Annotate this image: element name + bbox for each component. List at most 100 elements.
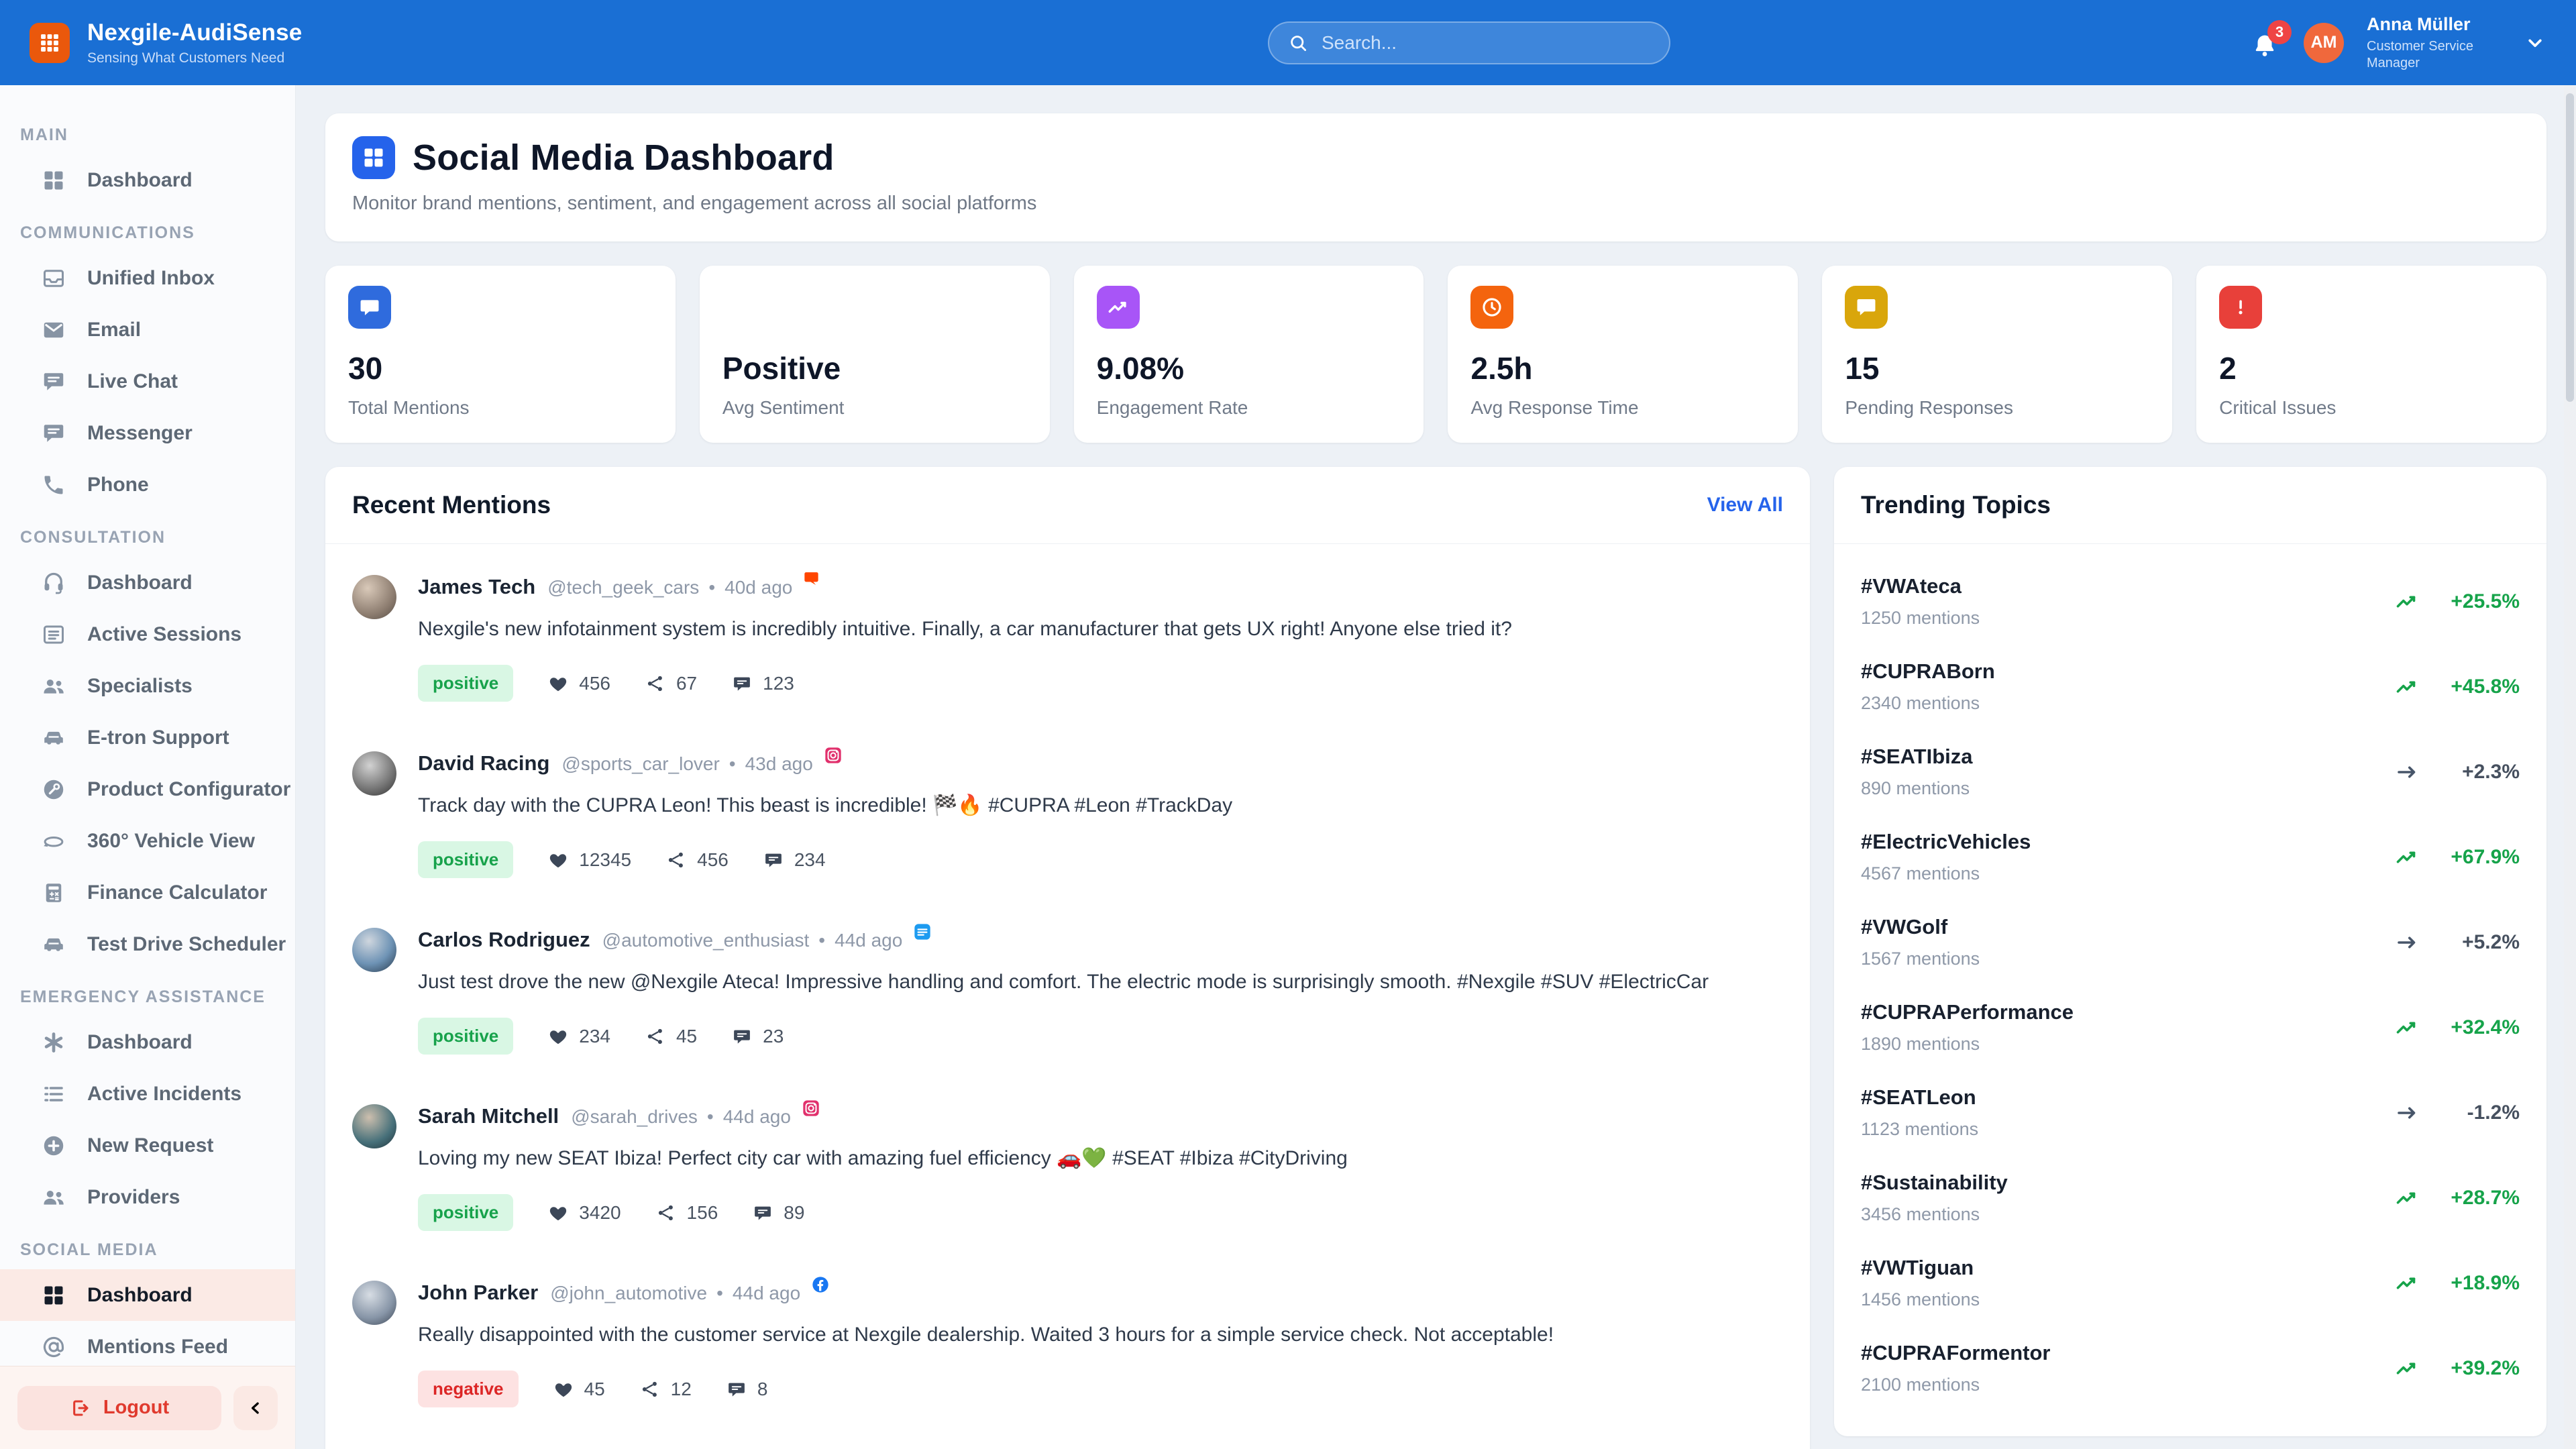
shares-count: 67 xyxy=(676,673,697,694)
sidebar-nav: MAIN Dashboard COMMUNICATIONS Unified In… xyxy=(0,125,295,1373)
topic-hashtag: #SEATIbiza xyxy=(1861,745,1973,769)
trending-topic-row[interactable]: #CUPRAFormentor 2100 mentions +39.2% xyxy=(1861,1326,2520,1411)
sidebar-item[interactable]: E-tron Support xyxy=(0,712,295,763)
mention-author-handle: @automotive_enthusiast xyxy=(602,930,810,951)
sidebar-item-label: Product Configurator xyxy=(87,778,290,801)
sidebar-item[interactable]: Dashboard xyxy=(0,154,295,206)
nav-section-emergency: EMERGENCY ASSISTANCE Dashboard Active In… xyxy=(0,987,295,1223)
stat-label: Avg Response Time xyxy=(1470,397,1775,419)
comments-group[interactable]: 8 xyxy=(727,1379,768,1400)
mentions-list: James Tech @tech_geek_cars • 40d ago Nex… xyxy=(325,544,1810,1449)
topic-hashtag: #Sustainability xyxy=(1861,1171,2008,1195)
comments-count: 123 xyxy=(763,673,794,694)
trending-topic-row[interactable]: #CUPRAPerformance 1890 mentions +32.4% xyxy=(1861,985,2520,1070)
mention-item[interactable]: James Tech @tech_geek_cars • 40d ago Nex… xyxy=(352,575,1783,702)
shares-group[interactable]: 456 xyxy=(666,849,729,871)
sidebar-item-icon xyxy=(42,1030,66,1055)
sidebar-item[interactable]: Specialists xyxy=(0,660,295,712)
topic-mentions-count: 1250 mentions xyxy=(1861,608,1980,629)
shares-group[interactable]: 67 xyxy=(645,673,697,694)
sidebar-item-label: New Request xyxy=(87,1134,213,1157)
page-scrollbar[interactable] xyxy=(2564,85,2576,1449)
sidebar-item[interactable]: Finance Calculator xyxy=(0,867,295,918)
sidebar-collapse-button[interactable] xyxy=(233,1386,278,1430)
sidebar-item[interactable]: Product Configurator xyxy=(0,763,295,815)
comments-group[interactable]: 89 xyxy=(753,1202,804,1224)
sidebar-item[interactable]: 360° Vehicle View xyxy=(0,815,295,867)
mention-timestamp: 44d ago xyxy=(723,1106,791,1128)
sentiment-badge: positive xyxy=(418,665,513,702)
sidebar-item-label: Live Chat xyxy=(87,370,178,393)
shares-group[interactable]: 12 xyxy=(640,1379,692,1400)
sidebar-item[interactable]: Dashboard xyxy=(0,1269,295,1321)
trend-direction-icon xyxy=(2395,760,2419,784)
mention-author-handle: @sarah_drives xyxy=(571,1106,698,1128)
sidebar-item-label: Dashboard xyxy=(87,572,193,594)
sidebar-item[interactable]: Dashboard xyxy=(0,557,295,608)
sidebar-item[interactable]: Unified Inbox xyxy=(0,252,295,304)
mention-item[interactable]: David Racing @sports_car_lover • 43d ago… xyxy=(352,751,1783,878)
platform-icon xyxy=(824,746,843,765)
comments-group[interactable]: 234 xyxy=(763,849,826,871)
likes-group[interactable]: 3420 xyxy=(548,1202,621,1224)
sidebar-item-label: Unified Inbox xyxy=(87,267,215,290)
mention-text: Nexgile's new infotainment system is inc… xyxy=(418,615,1783,643)
sidebar-item[interactable]: Messenger xyxy=(0,407,295,459)
sidebar-item-icon xyxy=(42,318,66,342)
sidebar-item[interactable]: Email xyxy=(0,304,295,356)
shares-count: 12 xyxy=(671,1379,692,1400)
stat-icon xyxy=(348,286,391,329)
sidebar-item[interactable]: Phone xyxy=(0,459,295,511)
likes-group[interactable]: 456 xyxy=(548,673,610,694)
sidebar-item[interactable]: Live Chat xyxy=(0,356,295,407)
trending-topic-row[interactable]: #ElectricVehicles 4567 mentions +67.9% xyxy=(1861,814,2520,900)
comments-group[interactable]: 23 xyxy=(732,1026,784,1047)
sidebar-item[interactable]: Active Incidents xyxy=(0,1068,295,1120)
view-all-link[interactable]: View All xyxy=(1707,494,1783,517)
topic-hashtag: #VWGolf xyxy=(1861,915,1980,939)
trending-topic-row[interactable]: #Sustainability 3456 mentions +28.7% xyxy=(1861,1155,2520,1240)
likes-group[interactable]: 45 xyxy=(553,1379,605,1400)
trending-topic-row[interactable]: #SEATLeon 1123 mentions -1.2% xyxy=(1861,1070,2520,1155)
avatar[interactable]: AM xyxy=(2304,23,2344,63)
trending-topic-row[interactable]: #VWAteca 1250 mentions +25.5% xyxy=(1861,559,2520,644)
mention-item[interactable]: Sarah Mitchell @sarah_drives • 44d ago L… xyxy=(352,1104,1783,1231)
mention-text: Track day with the CUPRA Leon! This beas… xyxy=(418,792,1783,820)
sidebar-item[interactable]: Providers xyxy=(0,1171,295,1223)
mention-item[interactable]: John Parker @john_automotive • 44d ago R… xyxy=(352,1281,1783,1407)
logout-button[interactable]: Logout xyxy=(17,1386,221,1430)
topic-mentions-count: 890 mentions xyxy=(1861,778,1973,799)
global-search[interactable] xyxy=(1268,21,1670,64)
notifications-button[interactable]: 3 xyxy=(2251,27,2281,59)
heart-icon xyxy=(548,1203,568,1223)
trending-topic-row[interactable]: #VWTiguan 1456 mentions +18.9% xyxy=(1861,1240,2520,1326)
separator-dot: • xyxy=(716,1283,723,1304)
page-subtitle: Monitor brand mentions, sentiment, and e… xyxy=(352,193,2520,215)
sidebar-item[interactable]: Mentions Feed xyxy=(0,1321,295,1373)
likes-group[interactable]: 234 xyxy=(548,1026,610,1047)
mention-author-name: Sarah Mitchell xyxy=(418,1104,559,1128)
shares-group[interactable]: 45 xyxy=(645,1026,697,1047)
sidebar-item[interactable]: Active Sessions xyxy=(0,608,295,660)
search-input[interactable] xyxy=(1322,32,1650,54)
trending-topic-row[interactable]: #VWGolf 1567 mentions +5.2% xyxy=(1861,900,2520,985)
sidebar-item[interactable]: Test Drive Scheduler xyxy=(0,918,295,970)
sidebar-item-label: E-tron Support xyxy=(87,727,229,749)
mention-timestamp: 43d ago xyxy=(745,753,813,775)
mention-item[interactable]: Carlos Rodriguez @automotive_enthusiast … xyxy=(352,928,1783,1055)
comments-group[interactable]: 123 xyxy=(732,673,794,694)
topic-hashtag: #SEATLeon xyxy=(1861,1085,1978,1110)
topic-mentions-count: 3456 mentions xyxy=(1861,1204,2008,1225)
separator-dot: • xyxy=(708,577,715,598)
trending-topic-row[interactable]: #SEATIbiza 890 mentions +2.3% xyxy=(1861,729,2520,814)
sidebar-item[interactable]: New Request xyxy=(0,1120,295,1171)
scrollbar-thumb[interactable] xyxy=(2566,93,2574,402)
nav-section-title: MAIN xyxy=(0,125,295,145)
trend-direction-icon xyxy=(2395,590,2419,614)
user-menu-chevron-down-icon[interactable] xyxy=(2524,32,2546,54)
shares-group[interactable]: 156 xyxy=(656,1202,718,1224)
trending-topic-row[interactable]: #CUPRABorn 2340 mentions +45.8% xyxy=(1861,644,2520,729)
sidebar-item[interactable]: Dashboard xyxy=(0,1016,295,1068)
likes-group[interactable]: 12345 xyxy=(548,849,631,871)
trending-list: #VWAteca 1250 mentions +25.5% #CUPRABo xyxy=(1834,544,2546,1436)
